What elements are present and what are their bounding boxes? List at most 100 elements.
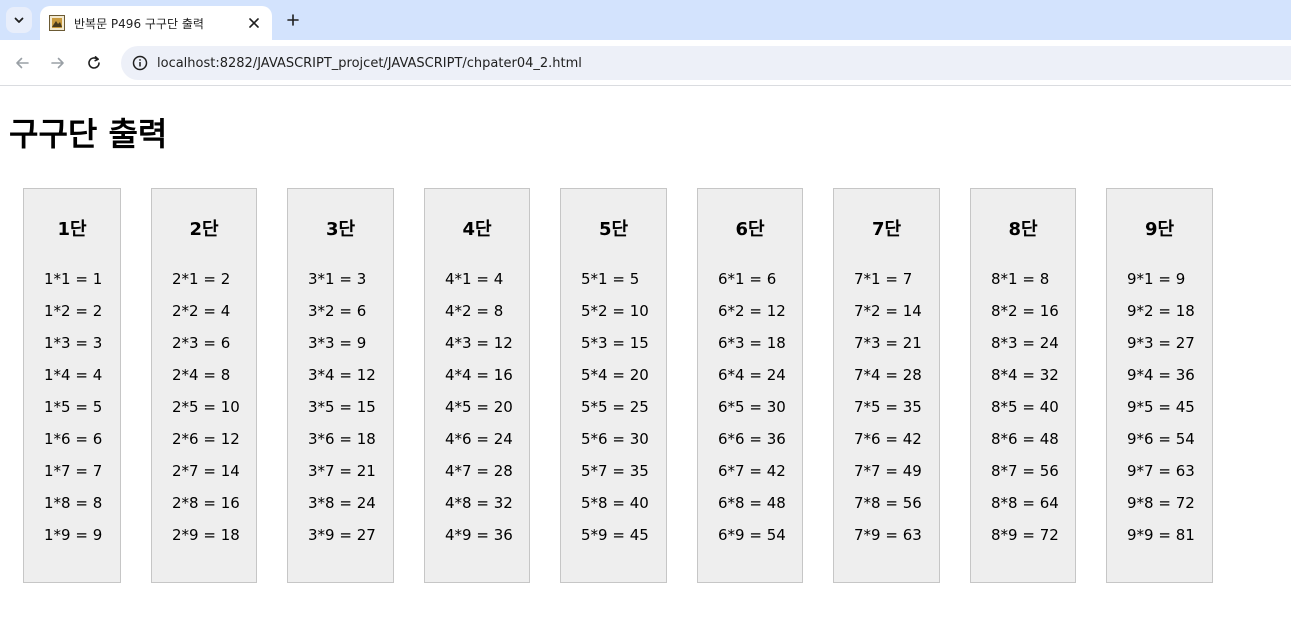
dan-title: 5단 <box>598 219 629 240</box>
dan-row: 4*5 = 20 <box>445 398 513 416</box>
dan-row: 8*5 = 40 <box>991 398 1059 416</box>
dan-row: 9*7 = 63 <box>1127 462 1195 480</box>
dan-row: 6*7 = 42 <box>718 462 786 480</box>
dan-row: 3*2 = 6 <box>308 302 367 320</box>
tab-strip: 반복문 P496 구구단 출력 <box>0 0 1291 40</box>
favicon-icon <box>49 15 65 31</box>
dan-row: 7*3 = 21 <box>854 334 922 352</box>
dan-row: 6*6 = 36 <box>718 430 786 448</box>
dan-row: 4*6 = 24 <box>445 430 513 448</box>
dan-row: 5*1 = 5 <box>581 270 640 288</box>
dan-row: 1*9 = 9 <box>44 526 103 544</box>
dan-row: 2*3 = 6 <box>172 334 231 352</box>
dan-box-4: 4단 4*1 = 4 4*2 = 8 4*3 = 12 4*4 = 16 4*5 = 20… <box>424 188 530 583</box>
dan-row: 7*5 = 35 <box>854 398 922 416</box>
back-button[interactable] <box>10 51 34 75</box>
info-icon <box>132 55 148 71</box>
url-text[interactable]: localhost:8282/JAVASCRIPT_projcet/JAVASC… <box>157 56 582 71</box>
page-title: 구구단 출력 <box>9 115 168 153</box>
dan-row: 3*9 = 27 <box>308 526 376 544</box>
chevron-down-icon <box>14 17 24 23</box>
dan-row: 8*9 = 72 <box>991 526 1059 544</box>
tab-search-button[interactable] <box>6 7 32 33</box>
dan-row: 4*8 = 32 <box>445 494 513 512</box>
dan-box-8: 8단 8*1 = 8 8*2 = 16 8*3 = 24 8*4 = 32 8*5 = 4… <box>970 188 1076 583</box>
dan-row: 1*3 = 3 <box>44 334 103 352</box>
dan-row: 9*4 = 36 <box>1127 366 1195 384</box>
dan-box-9: 9단 9*1 = 9 9*2 = 18 9*3 = 27 9*4 = 36 9*5 = 4… <box>1106 188 1213 583</box>
dan-row: 9*3 = 27 <box>1127 334 1195 352</box>
dan-row: 6*8 = 48 <box>718 494 786 512</box>
dan-row: 4*4 = 16 <box>445 366 513 384</box>
dan-row: 9*6 = 54 <box>1127 430 1195 448</box>
dan-row: 8*3 = 24 <box>991 334 1059 352</box>
dan-row: 5*2 = 10 <box>581 302 649 320</box>
dan-row: 8*1 = 8 <box>991 270 1050 288</box>
dan-row: 7*4 = 28 <box>854 366 922 384</box>
dan-row: 3*4 = 12 <box>308 366 376 384</box>
dan-row: 4*2 = 8 <box>445 302 504 320</box>
browser-toolbar: localhost:8282/JAVASCRIPT_projcet/JAVASC… <box>0 40 1291 86</box>
dan-row: 8*2 = 16 <box>991 302 1059 320</box>
dan-row: 1*8 = 8 <box>44 494 103 512</box>
dan-row: 3*3 = 9 <box>308 334 367 352</box>
address-bar[interactable]: localhost:8282/JAVASCRIPT_projcet/JAVASC… <box>121 46 1291 80</box>
dan-row: 8*7 = 56 <box>991 462 1059 480</box>
dan-row: 4*7 = 28 <box>445 462 513 480</box>
dan-row: 8*8 = 64 <box>991 494 1059 512</box>
close-icon <box>249 18 259 28</box>
arrow-left-icon <box>16 57 29 69</box>
dan-title: 4단 <box>462 219 492 240</box>
dan-row: 2*4 = 8 <box>172 366 231 384</box>
dan-row: 2*2 = 4 <box>172 302 231 320</box>
dan-row: 7*6 = 42 <box>854 430 922 448</box>
dan-row: 9*8 = 72 <box>1127 494 1195 512</box>
dan-row: 4*9 = 36 <box>445 526 513 544</box>
dan-row: 9*9 = 81 <box>1127 526 1195 544</box>
close-tab-button[interactable] <box>244 13 264 33</box>
dan-title: 6단 <box>735 219 765 240</box>
dan-box-3: 3단 3*1 = 3 3*2 = 6 3*3 = 9 3*4 = 12 3*5 = 15 3… <box>287 188 394 583</box>
dan-row: 7*7 = 49 <box>854 462 922 480</box>
dan-row: 7*2 = 14 <box>854 302 922 320</box>
dan-box-1: 1단 1*1 = 1 1*2 = 2 1*3 = 3 1*4 = 4 1*5 = 5 1*6… <box>23 188 121 583</box>
dan-row: 2*8 = 16 <box>172 494 240 512</box>
dan-row: 7*9 = 63 <box>854 526 922 544</box>
dan-title: 2단 <box>189 219 219 240</box>
dan-row: 2*6 = 12 <box>172 430 240 448</box>
dan-row: 5*5 = 25 <box>581 398 649 416</box>
dan-row: 3*1 = 3 <box>308 270 367 288</box>
dan-row: 3*8 = 24 <box>308 494 376 512</box>
dan-row: 6*1 = 6 <box>718 270 777 288</box>
dan-row: 7*1 = 7 <box>854 270 913 288</box>
site-info-button[interactable] <box>131 54 149 72</box>
active-tab[interactable]: 반복문 P496 구구단 출력 <box>40 6 272 40</box>
arrow-right-icon <box>51 57 64 69</box>
dan-row: 1*6 = 6 <box>44 430 103 448</box>
dan-row: 6*5 = 30 <box>718 398 786 416</box>
dan-row: 5*3 = 15 <box>581 334 649 352</box>
dan-row: 5*4 = 20 <box>581 366 649 384</box>
new-tab-button[interactable] <box>282 9 304 31</box>
dan-row: 4*3 = 12 <box>445 334 513 352</box>
dan-row: 1*2 = 2 <box>44 302 103 320</box>
dan-row: 1*5 = 5 <box>44 398 103 416</box>
tab-title: 반복문 P496 구구단 출력 <box>74 16 204 31</box>
dan-row: 9*2 = 18 <box>1127 302 1195 320</box>
dan-title: 1단 <box>57 219 87 240</box>
dan-row: 8*6 = 48 <box>991 430 1059 448</box>
dan-row: 2*5 = 10 <box>172 398 240 416</box>
dan-row: 3*7 = 21 <box>308 462 376 480</box>
dan-row: 1*4 = 4 <box>44 366 103 384</box>
dan-box-7: 7단 7*1 = 7 7*2 = 14 7*3 = 21 7*4 = 28 7*5 = 3… <box>833 188 940 583</box>
dan-row: 6*2 = 12 <box>718 302 786 320</box>
forward-button[interactable] <box>46 51 70 75</box>
dan-row: 5*9 = 45 <box>581 526 649 544</box>
dan-row: 7*8 = 56 <box>854 494 922 512</box>
dan-row: 3*6 = 18 <box>308 430 376 448</box>
plus-icon <box>287 14 299 26</box>
dan-row: 9*1 = 9 <box>1127 270 1186 288</box>
dan-row: 1*7 = 7 <box>44 462 103 480</box>
reload-button[interactable] <box>82 51 106 75</box>
dan-row: 2*9 = 18 <box>172 526 240 544</box>
